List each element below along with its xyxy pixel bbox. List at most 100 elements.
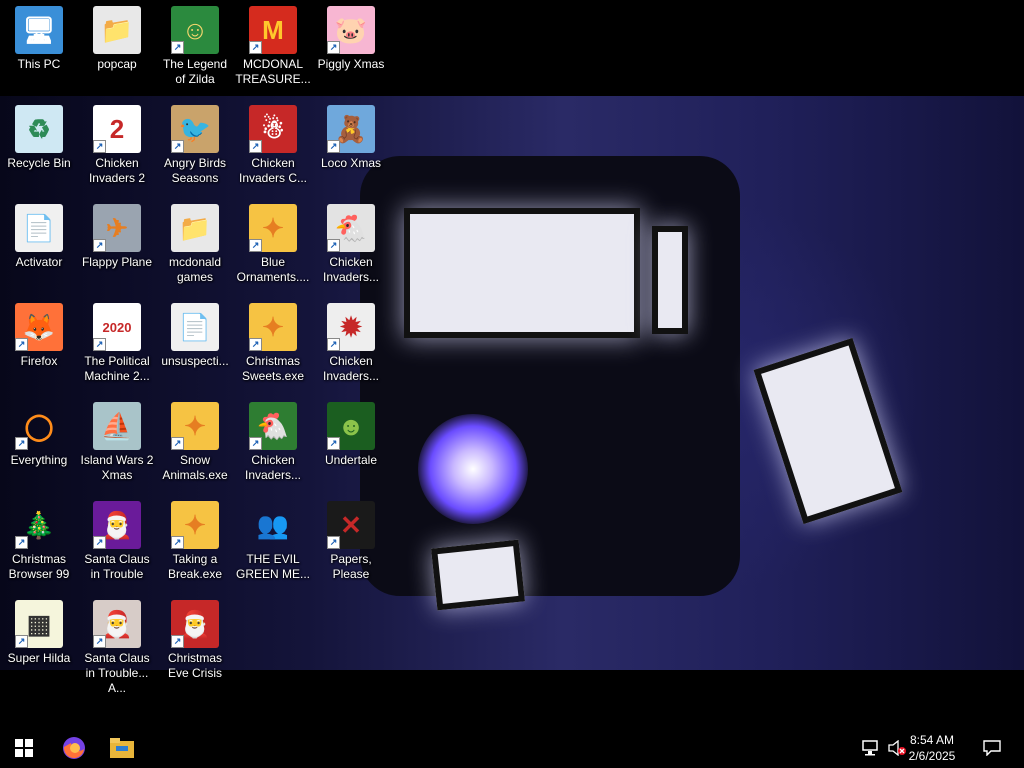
desktop-icon-label: Chicken Invaders... [322, 354, 380, 383]
desktop-icon-label: Chicken Invaders C... [238, 156, 308, 185]
shortcut-arrow-icon: ↗ [171, 635, 184, 648]
desktop-icon[interactable]: 📁 mcdonald games [157, 204, 233, 285]
folder-icon: 📁 [171, 204, 219, 252]
desktop-icon-label: Christmas Eve Crisis [167, 651, 222, 680]
desktop-icon[interactable]: 🧸 ↗ Loco Xmas [313, 105, 389, 171]
shortcut-arrow-icon: ↗ [15, 536, 28, 549]
start-button[interactable] [0, 728, 48, 768]
desktop-icon[interactable]: 🐔 ↗ Chicken Invaders... [313, 204, 389, 285]
desktop-icon-label: Chicken Invaders... [244, 453, 302, 482]
desktop-icon[interactable]: 🦊 ↗ Firefox [1, 303, 77, 369]
taskbar-file-explorer-button[interactable] [98, 728, 146, 768]
chicken-invaders-icon: 2 ↗ [93, 105, 141, 153]
folder-icon: 📁 [93, 6, 141, 54]
folder-icon [110, 738, 134, 758]
shortcut-arrow-icon: ↗ [93, 140, 106, 153]
desktop-icon[interactable]: ♻ Recycle Bin [1, 105, 77, 171]
shortcut-arrow-icon: ↗ [327, 338, 340, 351]
shortcut-arrow-icon: ↗ [171, 140, 184, 153]
chicken-invaders-icon: ☃ ↗ [249, 105, 297, 153]
desktop-icon-label: Super Hilda [7, 651, 71, 665]
desktop-icon[interactable]: ✦ ↗ Snow Animals.exe [157, 402, 233, 483]
shortcut-arrow-icon: ↗ [249, 140, 262, 153]
desktop-icon[interactable]: 👥 THE EVIL GREEN ME... [235, 501, 311, 582]
notification-icon [983, 740, 1001, 756]
system-clock[interactable]: 8:54 AM 2/6/2025 [902, 732, 962, 764]
ornament-icon: ✦ ↗ [249, 204, 297, 252]
desktop-icon-label: Firefox [20, 354, 58, 368]
shortcut-arrow-icon: ↗ [15, 437, 28, 450]
desktop-icon[interactable]: ✦ ↗ Taking a Break.exe [157, 501, 233, 582]
desktop-icon[interactable]: M ↗ MCDONAL TREASURE... [235, 6, 311, 87]
taskbar: 8:54 AM 2/6/2025 [0, 728, 1024, 768]
hilda-icon: ▦ ↗ [15, 600, 63, 648]
desktop-icon[interactable]: 📁 popcap [79, 6, 155, 72]
shortcut-arrow-icon: ↗ [249, 41, 262, 54]
desktop-icon-label: popcap [97, 57, 137, 71]
shortcut-arrow-icon: ↗ [93, 338, 106, 351]
desktop-icon[interactable]: 🐷 ↗ Piggly Xmas [313, 6, 389, 72]
desktop-icon-label: mcdonald games [168, 255, 222, 284]
desktop-icon[interactable]: 🎅 ↗ Christmas Eve Crisis [157, 600, 233, 681]
desktop-icon-label: The Legend of Zilda [162, 57, 228, 86]
network-icon [862, 740, 878, 756]
desktop-icon[interactable]: ✦ ↗ Blue Ornaments.... [235, 204, 311, 285]
desktop-icon-label: Chicken Invaders... [322, 255, 380, 284]
desktop-icon[interactable]: ◯ ↗ Everything [1, 402, 77, 468]
desktop-icon[interactable]: 2020 ↗ The Political Machine 2... [79, 303, 155, 384]
desktop-icon-label: Loco Xmas [320, 156, 382, 170]
shortcut-arrow-icon: ↗ [327, 140, 340, 153]
desktop-icon-label: Santa Claus in Trouble... A... [84, 651, 150, 695]
chicken-invaders-icon: 🐔 ↗ [327, 204, 375, 252]
desktop-icon[interactable]: 🖥 This PC [1, 6, 77, 72]
santa-icon: 🎅 ↗ [93, 501, 141, 549]
desktop-icon[interactable]: ✈ ↗ Flappy Plane [79, 204, 155, 270]
wallpaper-tv-side [652, 226, 688, 334]
desktop-icon[interactable]: 🎅 ↗ Santa Claus in Trouble [79, 501, 155, 582]
wallpaper-tv-head [404, 208, 640, 338]
desktop-icon-label: The Political Machine 2... [84, 354, 150, 383]
wallpaper-tv-small [431, 539, 525, 611]
firefox-icon: 🦊 ↗ [15, 303, 63, 351]
desktop-icon[interactable]: 🎄 ↗ Christmas Browser 99 [1, 501, 77, 582]
pig-icon: 🐷 ↗ [327, 6, 375, 54]
computer-icon: 🖥 [15, 6, 63, 54]
desktop-icon-label: Activator [15, 255, 63, 269]
desktop-icon-label: Papers, Please [330, 552, 372, 581]
desktop-icon-label: Angry Birds Seasons [163, 156, 227, 185]
taskbar-firefox-button[interactable] [50, 728, 98, 768]
desktop-icon-label: Taking a Break.exe [167, 552, 223, 581]
desktop-icon[interactable]: 📄 unsuspecti... [157, 303, 233, 369]
desktop-icon-label: Snow Animals.exe [162, 453, 228, 482]
desktop-icon[interactable]: 🐦 ↗ Angry Birds Seasons [157, 105, 233, 186]
windows-logo-icon [15, 739, 33, 757]
desktop-icon[interactable]: 2 ↗ Chicken Invaders 2 [79, 105, 155, 186]
political-machine-icon: 2020 ↗ [93, 303, 141, 351]
desktop-icon[interactable]: ✕ ↗ Papers, Please [313, 501, 389, 582]
desktop-icon[interactable]: ✹ ↗ Chicken Invaders... [313, 303, 389, 384]
game-zilda-icon: ☺ ↗ [171, 6, 219, 54]
network-tray-button[interactable] [858, 728, 884, 768]
desktop-icon[interactable]: ☻ ↗ Undertale [313, 402, 389, 468]
desktop-icon-label: THE EVIL GREEN ME... [235, 552, 310, 581]
desktop-icon-label: This PC [17, 57, 61, 71]
desktop-icon[interactable]: 🐔 ↗ Chicken Invaders... [235, 402, 311, 483]
desktop-icon[interactable]: ⛵ Island Wars 2 Xmas [79, 402, 155, 483]
tree-icon: 🎄 ↗ [15, 501, 63, 549]
ornament-icon: ✦ ↗ [249, 303, 297, 351]
ornament-icon: ✦ ↗ [171, 402, 219, 450]
desktop-icon[interactable]: ☃ ↗ Chicken Invaders C... [235, 105, 311, 186]
action-center-button[interactable] [968, 728, 1016, 768]
desktop-icon[interactable]: ☺ ↗ The Legend of Zilda [157, 6, 233, 87]
desktop-icon[interactable]: 🎅 ↗ Santa Claus in Trouble... A... [79, 600, 155, 696]
santa-icon: 🎅 ↗ [171, 600, 219, 648]
firefox-icon [63, 737, 85, 759]
desktop-icon-label: Island Wars 2 Xmas [80, 453, 154, 482]
desktop-icon[interactable]: ✦ ↗ Christmas Sweets.exe [235, 303, 311, 384]
mcdonald-icon: M ↗ [249, 6, 297, 54]
shortcut-arrow-icon: ↗ [171, 437, 184, 450]
desktop-icon[interactable]: 📄 Activator [1, 204, 77, 270]
file-icon: 📄 [171, 303, 219, 351]
desktop-icon-label: Chicken Invaders 2 [88, 156, 146, 185]
desktop-icon[interactable]: ▦ ↗ Super Hilda [1, 600, 77, 666]
